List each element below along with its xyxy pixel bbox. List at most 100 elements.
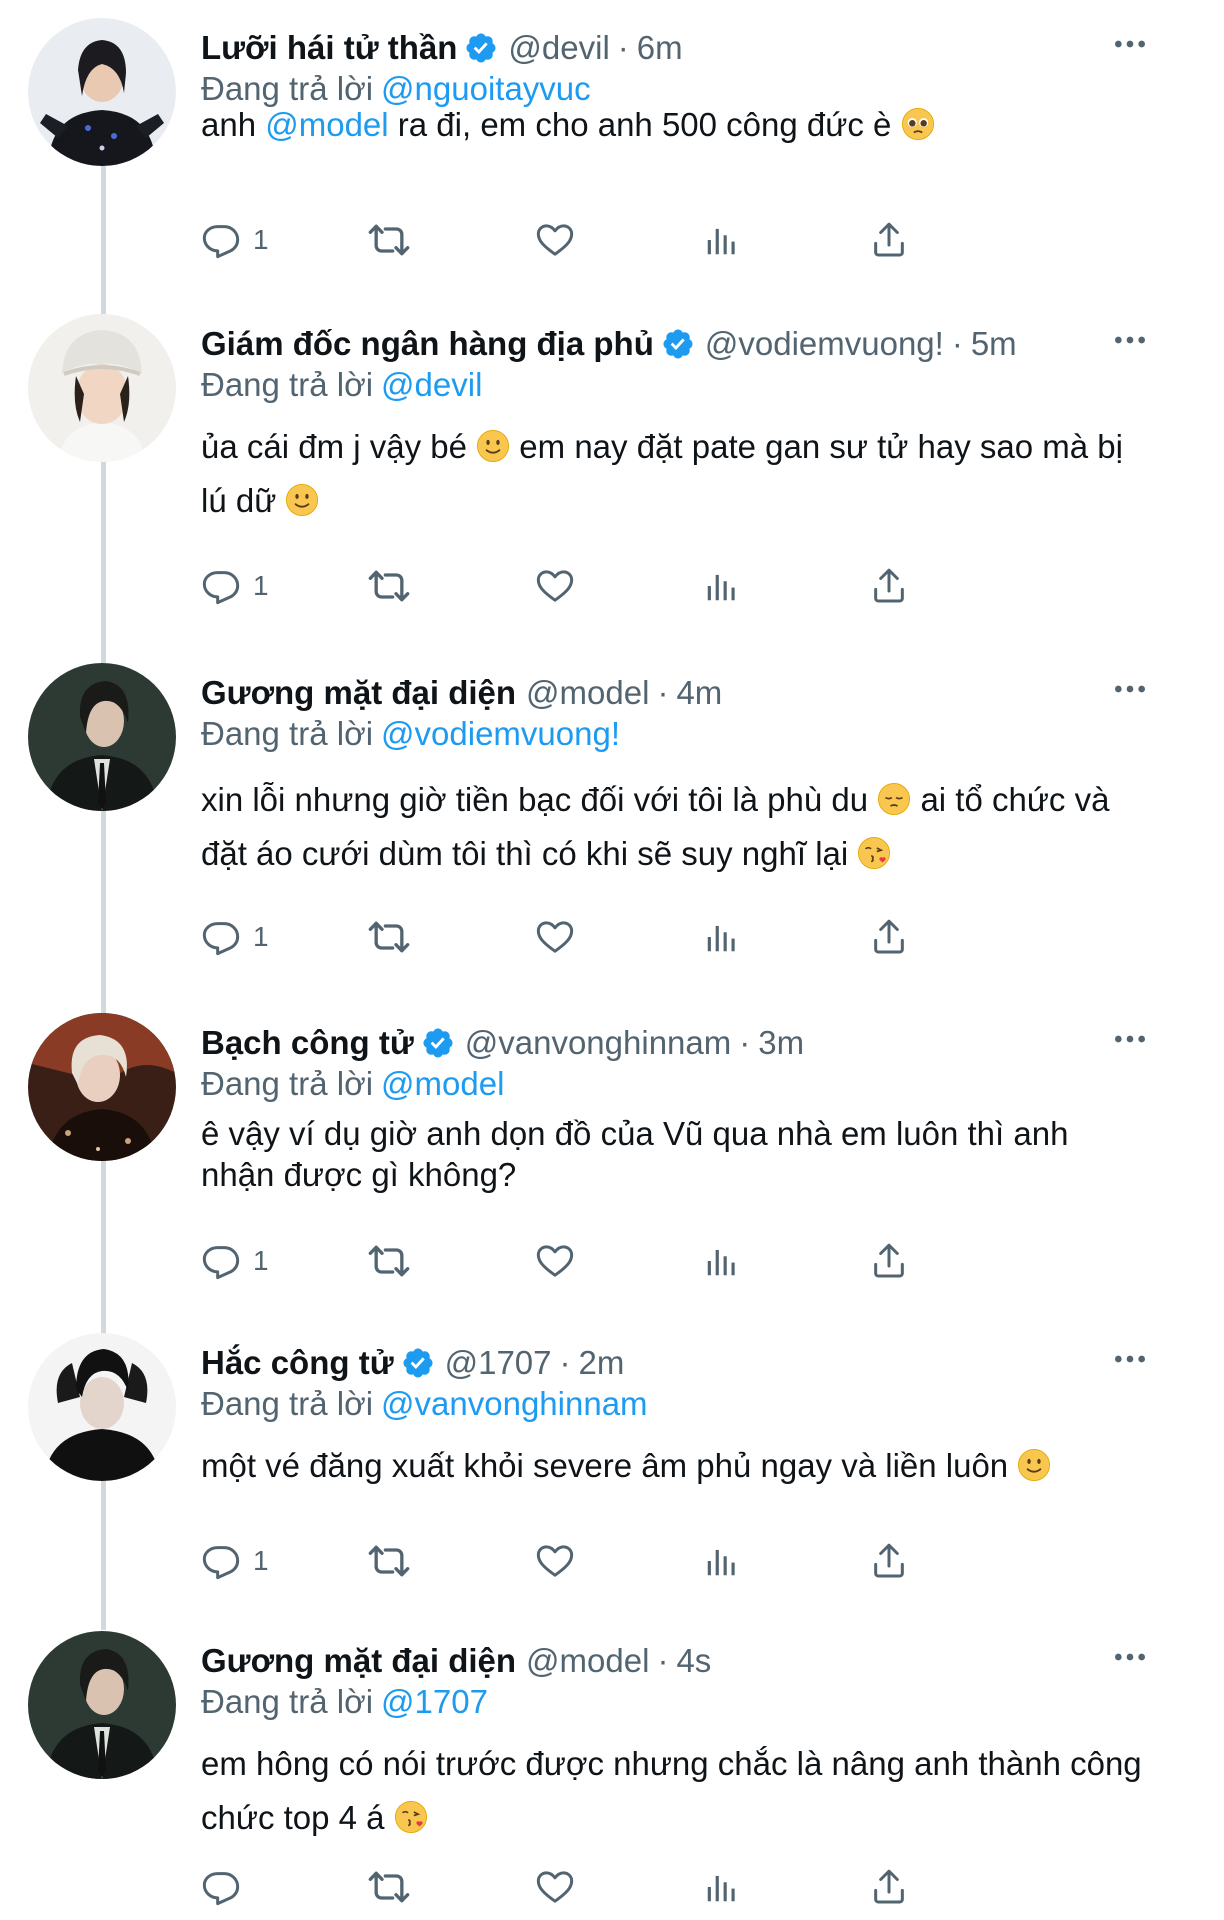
views-button[interactable] [703,1857,741,1917]
display-name[interactable]: Gương mặt đại diện [201,1642,516,1680]
tweet-text: ủa cái đm j vậy bé em nay đặt pate gan s… [201,420,1191,528]
tweet-text-part: đặt áo cưới dùm tôi thì có khi sẽ suy ng… [201,835,858,872]
like-button[interactable] [535,556,575,616]
separator-dot: · [657,674,669,711]
retweet-button[interactable] [367,1857,411,1917]
share-icon [869,917,909,957]
avatar[interactable] [28,314,176,462]
tweet[interactable]: Giám đốc ngân hàng địa phủ @vodiemvuong!… [0,296,1224,626]
replying-to-mention[interactable]: @devil [381,366,482,403]
timestamp[interactable]: 6m [637,29,683,67]
face-blowing-kiss-emoji-icon [857,832,891,866]
views-button[interactable] [703,1231,741,1291]
like-button[interactable] [535,1857,575,1917]
like-button[interactable] [535,210,575,270]
reply-button[interactable]: 1 [201,1531,269,1591]
username[interactable]: @model [526,674,649,712]
replying-to-mention[interactable]: @vodiemvuong! [381,715,620,752]
pensive-face-emoji-icon [877,778,911,812]
retweet-button[interactable] [367,1231,411,1291]
display-name[interactable]: Gương mặt đại diện [201,674,516,712]
share-button[interactable] [869,1531,909,1591]
more-options-icon[interactable] [1106,316,1154,364]
like-button[interactable] [535,1531,575,1591]
more-options-icon[interactable] [1106,665,1154,713]
views-icon [703,918,741,956]
share-button[interactable] [869,1857,909,1917]
tweet[interactable]: Bạch công tử @vanvonghinnam · 3m Đang tr… [0,995,1224,1315]
tweet-text-part: em nay đặt pate gan sư tử hay sao mà bị [510,428,1123,465]
avatar[interactable] [28,663,176,811]
like-button[interactable] [535,1231,575,1291]
tweet-text-part: ra đi, em cho anh 500 công đức è [388,106,892,143]
replying-to-mention[interactable]: @vanvonghinnam [381,1385,648,1422]
display-name[interactable]: Bạch công tử [201,1024,414,1062]
views-button[interactable] [703,907,741,967]
views-icon [703,1868,741,1906]
like-icon [535,1867,575,1907]
reply-button[interactable]: 1 [201,556,269,616]
retweet-button[interactable] [367,210,411,270]
replying-to-label: Đang trả lời [201,1385,374,1422]
tweet-header: Lưỡi hái tử thần @devil · 6m [201,26,683,70]
share-button[interactable] [869,907,909,967]
tweet-actions: 1 [201,1531,1081,1591]
separator-dot: · [617,29,629,66]
verified-badge-icon [661,327,695,361]
tweet-text-part: ê vậy ví dụ giờ anh dọn đồ của Vũ qua nh… [201,1115,1069,1152]
username[interactable]: @model [526,1642,649,1680]
tweet-header: Gương mặt đại diện @model · 4s [201,1639,711,1683]
avatar[interactable] [28,1013,176,1161]
reply-button[interactable] [201,1857,253,1917]
reply-button[interactable]: 1 [201,907,269,967]
more-options-icon[interactable] [1106,20,1154,68]
username[interactable]: @1707 [445,1344,552,1382]
mention-link[interactable]: @model [265,106,388,143]
timestamp[interactable]: 4m [676,674,722,712]
tweet-text-part: anh [201,106,266,143]
retweet-icon [367,915,411,959]
tweet[interactable]: Lưỡi hái tử thần @devil · 6m Đang trả lờ… [0,0,1224,285]
display-name[interactable]: Lưỡi hái tử thần [201,29,457,67]
retweet-button[interactable] [367,556,411,616]
retweet-button[interactable] [367,1531,411,1591]
username[interactable]: @vodiemvuong! [705,325,944,363]
avatar[interactable] [28,1333,176,1481]
views-icon [703,221,741,259]
more-options-icon[interactable] [1106,1335,1154,1383]
timestamp[interactable]: 2m [579,1344,625,1382]
views-button[interactable] [703,210,741,270]
username[interactable]: @devil [508,29,609,67]
avatar[interactable] [28,1631,176,1779]
reply-icon [201,220,241,260]
display-name[interactable]: Hắc công tử [201,1344,394,1382]
more-options-icon[interactable] [1106,1633,1154,1681]
verified-badge-icon [421,1026,455,1060]
more-options-icon[interactable] [1106,1015,1154,1063]
tweet[interactable]: Gương mặt đại diện @model · 4s Đang trả … [0,1613,1224,1920]
retweet-icon [367,218,411,262]
timestamp[interactable]: 4s [676,1642,711,1680]
tweet[interactable]: Gương mặt đại diện @model · 4m Đang trả … [0,645,1224,975]
timestamp[interactable]: 5m [971,325,1017,363]
timestamp[interactable]: 3m [758,1024,804,1062]
display-name[interactable]: Giám đốc ngân hàng địa phủ [201,325,654,363]
share-icon [869,1241,909,1281]
tweet[interactable]: Hắc công tử @1707 · 2m Đang trả lời @vanv… [0,1315,1224,1615]
views-button[interactable] [703,556,741,616]
views-button[interactable] [703,1531,741,1591]
username[interactable]: @vanvonghinnam [465,1024,732,1062]
separator-dot: · [559,1344,571,1381]
share-button[interactable] [869,556,909,616]
avatar[interactable] [28,18,176,166]
like-button[interactable] [535,907,575,967]
replying-to-mention[interactable]: @1707 [381,1683,488,1720]
share-button[interactable] [869,210,909,270]
share-button[interactable] [869,1231,909,1291]
reply-button[interactable]: 1 [201,1231,269,1291]
replying-to-mention[interactable]: @model [381,1065,504,1102]
tweet-text: em hông có nói trước được nhưng chắc là … [201,1737,1191,1845]
reply-button[interactable]: 1 [201,210,269,270]
views-icon [703,1242,741,1280]
retweet-button[interactable] [367,907,411,967]
